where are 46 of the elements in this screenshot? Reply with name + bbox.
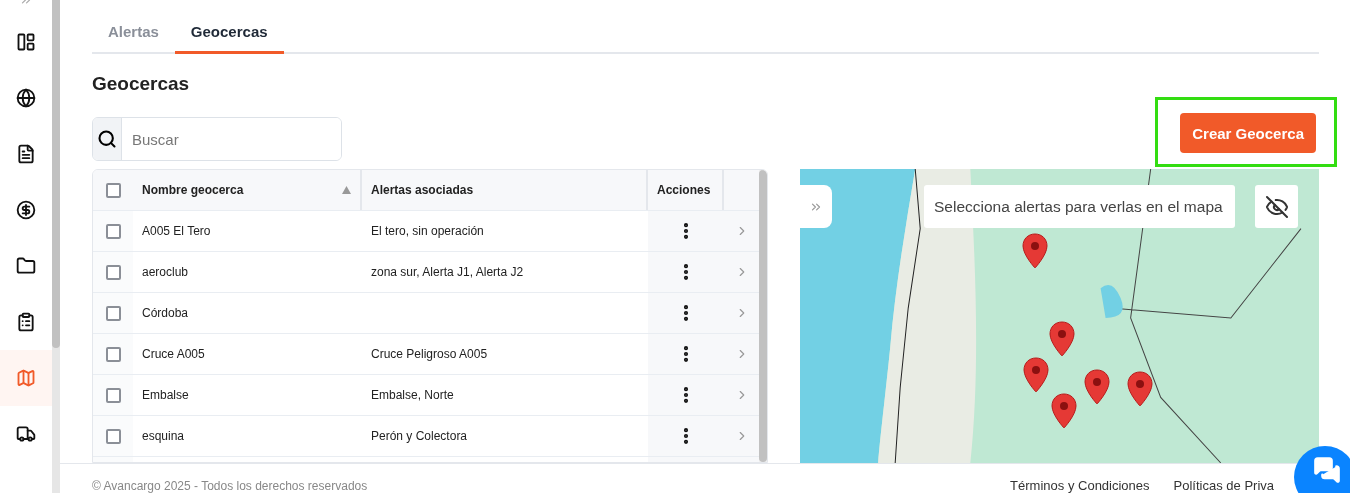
map-pin-icon[interactable] (1051, 393, 1077, 429)
table-cell: zona sur, Alerta J1, Alerta J2 (371, 265, 524, 279)
checkbox[interactable] (105, 305, 121, 321)
nav-icon (16, 144, 36, 164)
table-cell: Embalse, Norte (371, 388, 454, 402)
lake-shape (1100, 284, 1123, 318)
copyright-text: © Avancargo 2025 - Todos los derechos reservados (92, 479, 369, 493)
checkbox[interactable] (105, 387, 121, 403)
nav-icon (16, 424, 36, 444)
nav-icon (16, 312, 36, 332)
hide-icon[interactable] (1255, 185, 1298, 228)
table-cell: aeroclub (142, 265, 189, 279)
map-pin-icon[interactable] (1049, 321, 1075, 357)
table-cell: esquina (142, 429, 185, 443)
checkbox[interactable] (105, 182, 121, 198)
scrollbar-thumb[interactable] (759, 170, 767, 462)
search-field[interactable]: Buscar (92, 117, 342, 161)
footer-link[interactable]: Términos y Condiciones (1010, 478, 1150, 493)
checkbox[interactable] (105, 346, 121, 362)
map-pin-icon[interactable] (1127, 371, 1153, 407)
scrollbar-thumb[interactable] (52, 0, 60, 348)
checkbox[interactable] (105, 264, 121, 280)
nav-icon (16, 200, 36, 220)
table-cell: Embalse (142, 388, 189, 402)
checkbox[interactable] (105, 428, 121, 444)
checkbox[interactable] (105, 223, 121, 239)
table-cell: Córdoba (142, 306, 189, 320)
map-pin-icon[interactable] (1084, 369, 1110, 405)
map-pin-icon[interactable] (1023, 357, 1049, 393)
nav-icon (16, 368, 36, 388)
footer-link[interactable]: Políticas de Priva (1173, 478, 1274, 493)
map-pin-icon[interactable] (1022, 233, 1048, 269)
sort-icon (342, 186, 351, 194)
table-cell: El tero, sin operación (371, 224, 484, 238)
chat-icon (1313, 456, 1341, 484)
search-icon (97, 129, 117, 149)
table-cell: Perón y Colectora (371, 429, 468, 443)
nav-icon (16, 32, 36, 52)
page-title: Geocercas (92, 73, 191, 95)
nav-icon (16, 256, 36, 276)
table-cell: Cruce A005 (142, 347, 205, 361)
table-cell: A005 El Tero (142, 224, 211, 238)
table-cell: Cruce Peligroso A005 (371, 347, 488, 361)
nav-icon (16, 88, 36, 108)
tab[interactable]: Geocercas (174, 23, 284, 54)
alert-select-field[interactable]: Selecciona alertas para verlas en el mapa (924, 185, 1235, 228)
